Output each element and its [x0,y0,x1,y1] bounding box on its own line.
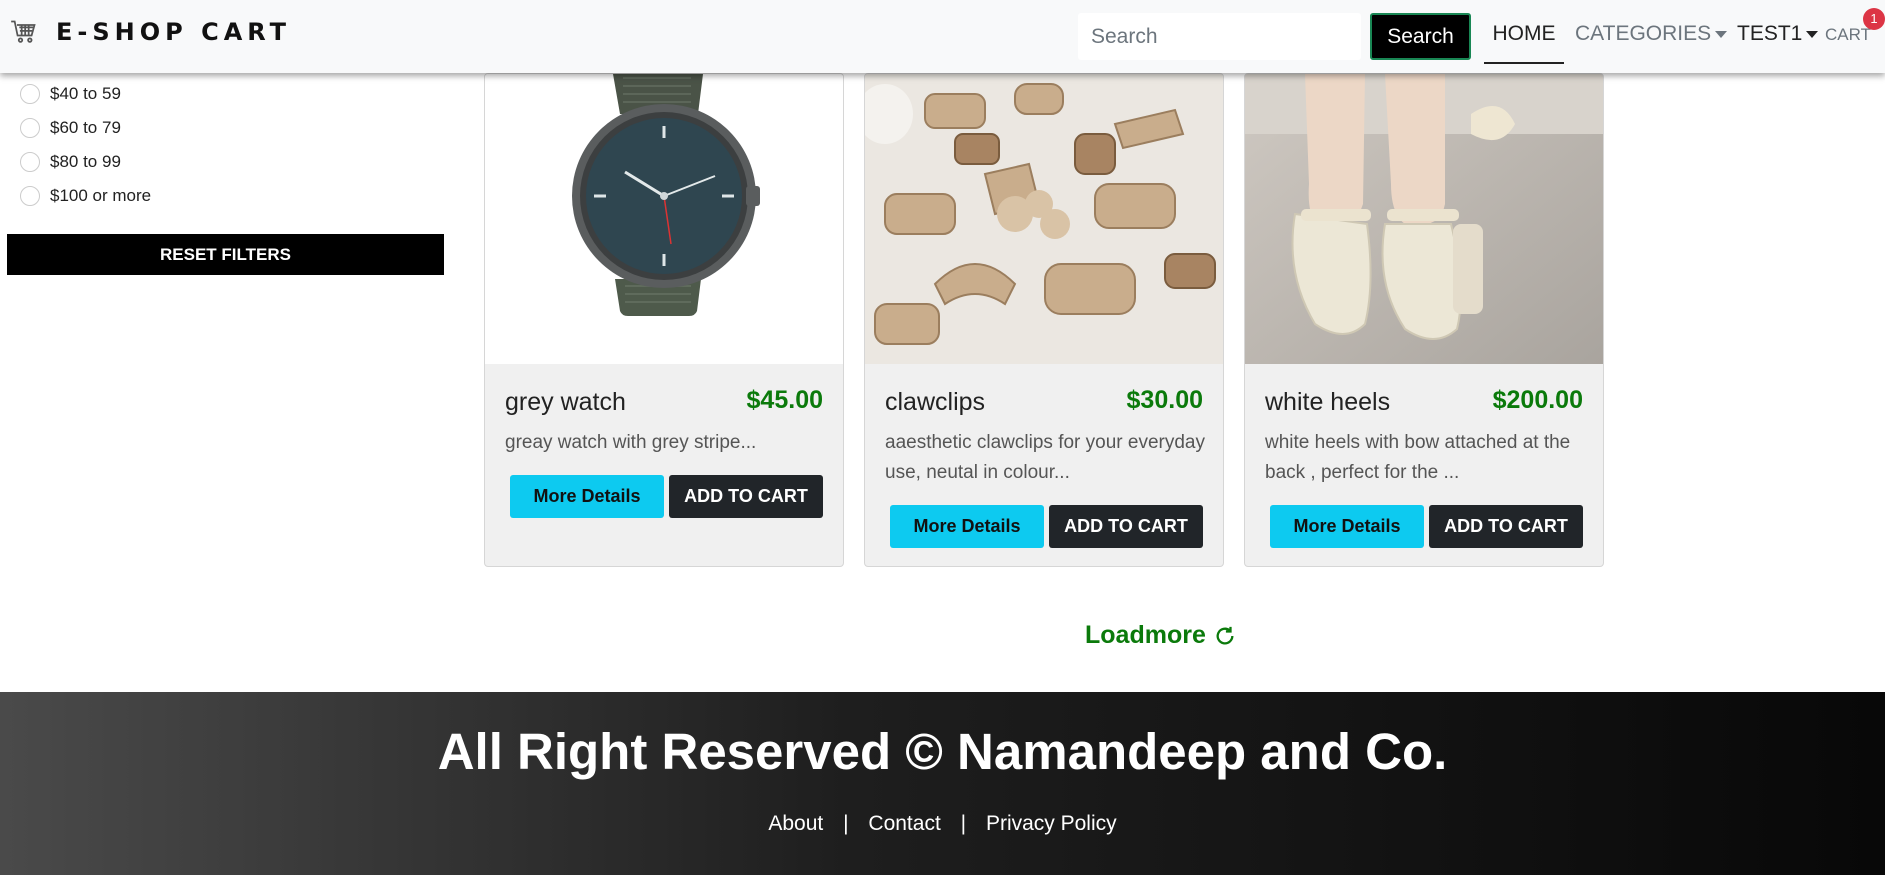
loadmore-button[interactable]: Loadmore [1085,621,1236,650]
product-price: $30.00 [1126,386,1203,414]
heels-image [1245,74,1603,364]
product-image-clawclips[interactable] [865,74,1223,364]
more-details-button[interactable]: More Details [1270,505,1424,548]
footer-link-privacy-policy[interactable]: Privacy Policy [986,812,1117,835]
price-option-label: $40 to 59 [50,84,121,103]
brand-name: E-SHOP CART [56,18,292,46]
search-button[interactable]: Search [1370,13,1471,60]
loadmore-label: Loadmore [1085,621,1206,649]
cart-count-badge: 1 [1863,8,1885,30]
watch-image [485,74,843,364]
price-option[interactable]: $60 to 79 [20,111,151,145]
footer-link-about[interactable]: About [768,812,823,835]
price-option[interactable]: $40 to 59 [20,77,151,111]
refresh-icon [1216,626,1234,644]
product-image-heels[interactable] [1245,74,1603,364]
product-description: greay watch with grey stripe... [505,432,757,453]
caret-down-icon [1715,30,1728,38]
product-card-clawclips: clawclips $30.00 aaesthetic clawclips fo… [864,73,1224,567]
add-to-cart-button[interactable]: ADD TO CART [1049,505,1203,548]
search-input[interactable] [1078,13,1361,60]
clawclips-image [865,74,1223,364]
product-card-white-heels: white heels $200.00 white heels with bow… [1244,73,1604,567]
price-option[interactable]: $80 to 99 [20,145,151,179]
more-details-button[interactable]: More Details [510,475,664,518]
footer-separator: | [960,812,967,835]
radio-button[interactable] [20,186,40,206]
product-price: $200.00 [1492,386,1583,414]
product-name: clawclips [885,388,986,416]
price-option-label: $60 to 79 [50,118,121,137]
radio-button[interactable] [20,118,40,138]
more-details-button[interactable]: More Details [890,505,1044,548]
product-description: aaesthetic clawclips for your everyday u… [885,432,1205,483]
product-name: grey watch [505,388,626,416]
brand[interactable]: E-SHOP CART [10,18,291,46]
price-option-label: $80 to 99 [50,152,121,171]
navbar: E-SHOP CART Search HOME CATEGORIES TEST1… [0,0,1885,73]
nav-categories-label: CATEGORIES [1575,22,1712,45]
shopping-cart-icon [11,20,36,43]
price-filter: $40 to 59 $60 to 79 $80 to 99 $100 or mo… [20,77,151,213]
product-card-grey-watch: grey watch $45.00 greay watch with grey … [484,73,844,567]
add-to-cart-button[interactable]: ADD TO CART [669,475,823,518]
user-dropdown[interactable]: TEST1 [1737,22,1819,46]
reset-filters-button[interactable]: RESET FILTERS [7,234,444,275]
footer-link-contact[interactable]: Contact [868,812,940,835]
footer-separator: | [843,812,849,835]
user-name: TEST1 [1737,22,1803,45]
product-price: $45.00 [746,386,823,414]
nav-home-label: HOME [1492,22,1556,45]
nav-cart-label: CART [1825,25,1871,44]
radio-button[interactable] [20,152,40,172]
add-to-cart-button[interactable]: ADD TO CART [1429,505,1583,548]
nav-categories-dropdown[interactable]: CATEGORIES [1575,22,1728,46]
caret-down-icon [1806,30,1819,38]
nav-home[interactable]: HOME [1484,22,1564,64]
price-option-label: $100 or more [50,186,152,205]
nav-cart[interactable]: CART [1825,25,1871,45]
product-description: white heels with bow attached at the bac… [1265,432,1571,483]
price-option[interactable]: $100 or more [20,179,151,213]
product-name: white heels [1265,388,1391,416]
footer-links: About | Contact | Privacy Policy [0,812,1885,836]
product-image-watch[interactable] [485,74,843,364]
footer: All Right Reserved © Namandeep and Co. A… [0,692,1885,875]
footer-copyright: All Right Reserved © Namandeep and Co. [437,723,1448,780]
radio-button[interactable] [20,84,40,104]
